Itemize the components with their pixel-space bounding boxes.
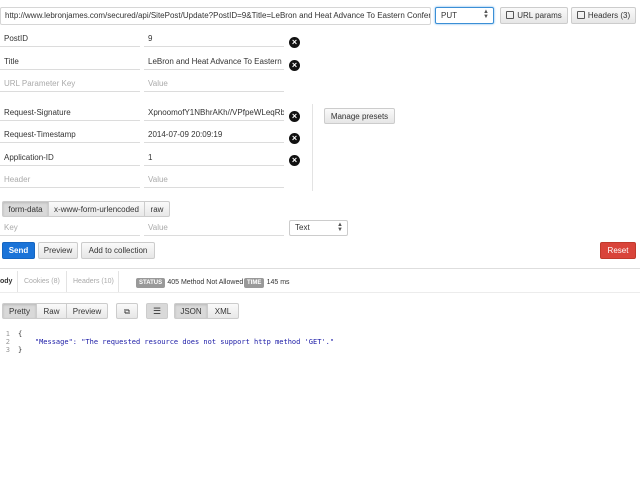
delete-icon[interactable]: × [289, 60, 300, 71]
status-value: 405 Method Not Allowed [167, 279, 244, 286]
status-indicator: STATUS 405 Method Not Allowed [136, 277, 243, 288]
tab-body[interactable]: ody [0, 277, 12, 287]
body-type-label: Text [295, 223, 310, 232]
url-param-value[interactable]: 9 [144, 32, 284, 47]
add-to-collection-button[interactable]: Add to collection [81, 242, 155, 259]
code-line: 3 } [0, 346, 334, 354]
method-select[interactable]: PUT ▲ ▼ [435, 7, 494, 24]
url-param-value[interactable]: LeBron and Heat Advance To Eastern [144, 55, 284, 70]
edit-icon [506, 11, 515, 19]
line-number: 1 [5, 330, 10, 338]
header-key-placeholder[interactable]: Header [0, 173, 140, 188]
copy-icon: ⧉ [124, 307, 130, 316]
body-type-select[interactable]: Text ▲ ▼ [289, 220, 348, 236]
time-badge: TIME [244, 278, 265, 288]
edit-icon [576, 11, 585, 19]
line-number: 2 [5, 338, 10, 346]
format-json[interactable]: JSON [174, 303, 208, 319]
delete-icon[interactable]: × [289, 111, 300, 122]
header-value-placeholder[interactable]: Value [144, 173, 284, 188]
header-key[interactable]: Request-Signature [0, 106, 140, 121]
headers-button[interactable]: Headers (3) [571, 7, 636, 24]
select-arrows-icon: ▲ ▼ [483, 9, 489, 20]
method-label: PUT [441, 11, 457, 20]
url-param-key[interactable]: PostID [0, 32, 140, 47]
delete-icon[interactable]: × [289, 37, 300, 48]
divider [17, 271, 18, 293]
code-line: 2 "Message": "The requested resource doe… [0, 338, 334, 346]
select-arrows-icon: ▲ ▼ [337, 222, 343, 233]
preview-button[interactable]: Preview [38, 242, 78, 259]
header-value[interactable]: 1 [144, 151, 284, 166]
code-text: } [18, 346, 23, 354]
view-raw[interactable]: Raw [36, 303, 67, 319]
body-mode-form-data[interactable]: form-data [2, 201, 49, 217]
copy-button[interactable]: ⧉ [116, 303, 138, 319]
send-button[interactable]: Send [2, 242, 35, 259]
manage-presets-button[interactable]: Manage presets [324, 108, 395, 124]
wrap-toggle[interactable]: ☰ [146, 303, 168, 319]
line-number: 3 [5, 346, 10, 354]
divider [312, 104, 313, 191]
header-value[interactable]: XpnoomofY1NBhrAKh//VPfpeWLeqRb0 [144, 106, 284, 121]
url-param-key[interactable]: Title [0, 55, 140, 70]
divider [118, 271, 119, 293]
tab-cookies[interactable]: Cookies (8) [24, 277, 60, 287]
response-code: 1 { 2 "Message": "The requested resource… [0, 330, 334, 354]
code-text: { [18, 330, 23, 338]
body-value-placeholder[interactable]: Value [144, 221, 284, 236]
header-key[interactable]: Application-ID [0, 151, 140, 166]
divider [0, 292, 640, 293]
time-value: 145 ms [266, 279, 290, 286]
format-xml[interactable]: XML [207, 303, 239, 319]
time-indicator: TIME 145 ms [244, 277, 290, 288]
body-mode-urlencoded[interactable]: x-www-form-urlencoded [48, 201, 145, 217]
code-line: 1 { [0, 330, 334, 338]
body-key-placeholder[interactable]: Key [0, 221, 140, 236]
view-pretty[interactable]: Pretty [2, 303, 37, 319]
header-value[interactable]: 2014-07-09 20:09:19 [144, 128, 284, 143]
url-params-button[interactable]: URL params [500, 7, 568, 24]
reset-button[interactable]: Reset [600, 242, 636, 259]
header-key[interactable]: Request-Timestamp [0, 128, 140, 143]
status-badge: STATUS [136, 278, 166, 288]
divider [0, 268, 640, 269]
url-params-label: URL params [517, 11, 562, 20]
tab-headers[interactable]: Headers (10) [73, 277, 114, 287]
delete-icon[interactable]: × [289, 133, 300, 144]
view-preview[interactable]: Preview [66, 303, 108, 319]
code-text: "Message": "The requested resource does … [18, 338, 335, 346]
url-param-value-placeholder[interactable]: Value [144, 77, 284, 92]
divider [66, 271, 67, 293]
delete-icon[interactable]: × [289, 155, 300, 166]
body-mode-raw[interactable]: raw [144, 201, 170, 217]
url-param-key-placeholder[interactable]: URL Parameter Key [0, 77, 140, 92]
url-input[interactable]: http://www.lebronjames.com/secured/api/S… [0, 7, 431, 25]
wrap-lines-icon: ☰ [152, 306, 162, 316]
headers-button-label: Headers (3) [587, 11, 631, 20]
